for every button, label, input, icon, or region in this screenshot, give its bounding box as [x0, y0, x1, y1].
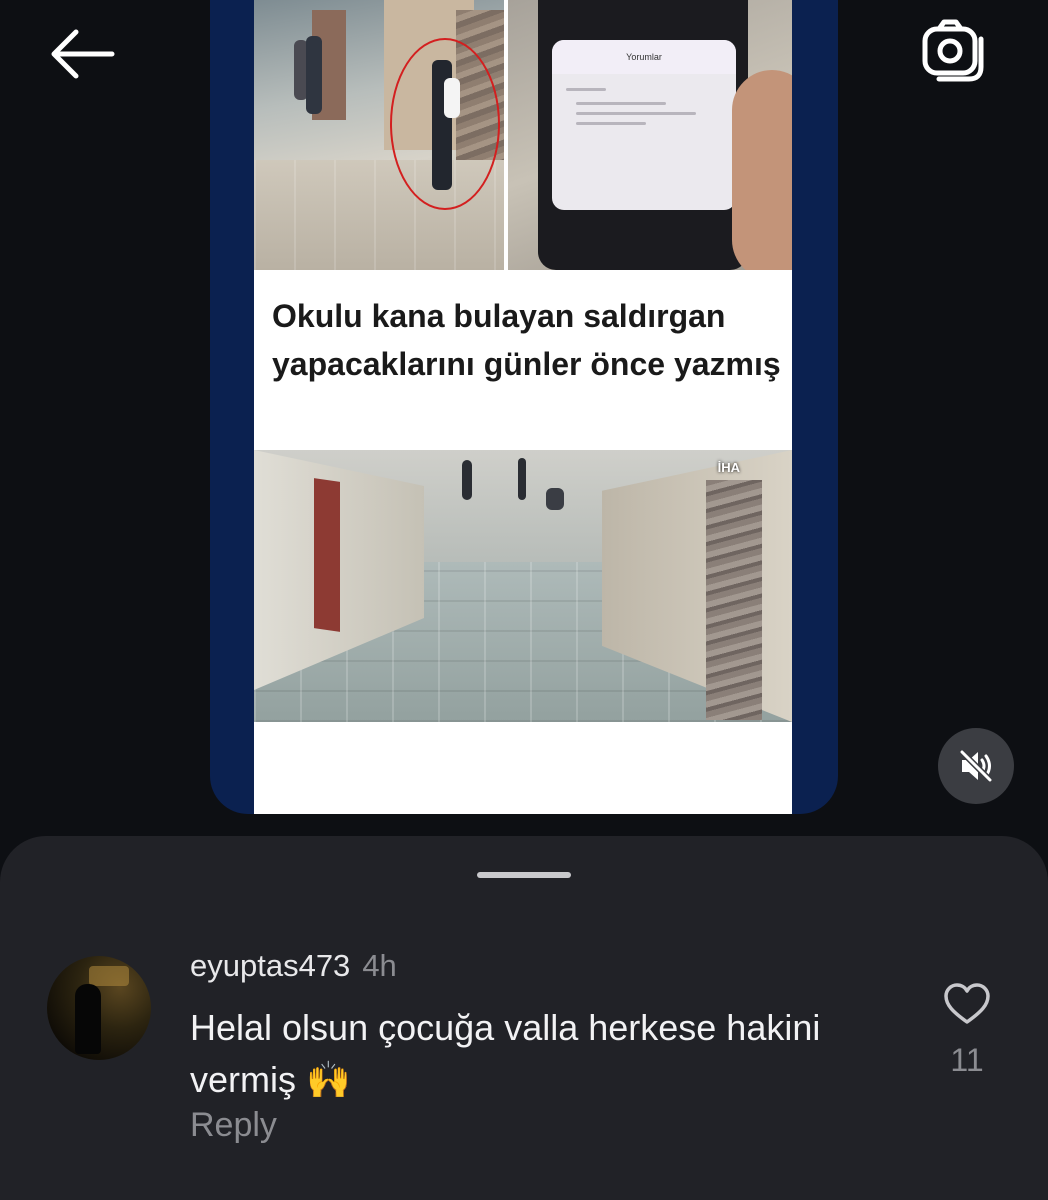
- camera-button[interactable]: [912, 14, 996, 86]
- cctv-image-gunman: [254, 0, 504, 270]
- comment-username[interactable]: eyuptas473: [190, 948, 350, 983]
- highlight-circle: [390, 38, 500, 210]
- news-headline: Okulu kana bulayan saldırgan yapacakları…: [272, 298, 781, 382]
- comment-header: eyuptas473 4h: [190, 948, 397, 984]
- phone-screen-title: Yorumlar: [552, 40, 736, 74]
- video-player[interactable]: Yorumlar Okulu kana bulayan saldırgan ya…: [210, 0, 838, 814]
- avatar[interactable]: [47, 956, 151, 1060]
- phone-screenshot-image: Yorumlar: [508, 0, 792, 270]
- mute-button[interactable]: [938, 728, 1014, 804]
- comments-sheet: eyuptas473 4h Helal olsun çocuğa valla he…: [0, 836, 1048, 1200]
- like-button[interactable]: [940, 980, 994, 1028]
- comment-time: 4h: [362, 948, 397, 983]
- back-button[interactable]: [40, 22, 124, 86]
- like-count: 11: [950, 1042, 984, 1078]
- video-content: Yorumlar Okulu kana bulayan saldırgan ya…: [254, 0, 792, 814]
- watermark-iha: İHA: [717, 460, 740, 475]
- camera-icon: [922, 19, 984, 82]
- comment-text: Helal olsun çocuğa valla herkese hakini …: [190, 1007, 821, 1100]
- heart-outline-icon: [944, 983, 990, 1024]
- sheet-drag-handle[interactable]: [477, 872, 571, 878]
- speaker-muted-icon: [959, 749, 993, 783]
- arrow-left-icon: [51, 29, 115, 79]
- cctv-image-corridor: İHA: [254, 450, 792, 722]
- reply-button[interactable]: Reply: [190, 1106, 277, 1145]
